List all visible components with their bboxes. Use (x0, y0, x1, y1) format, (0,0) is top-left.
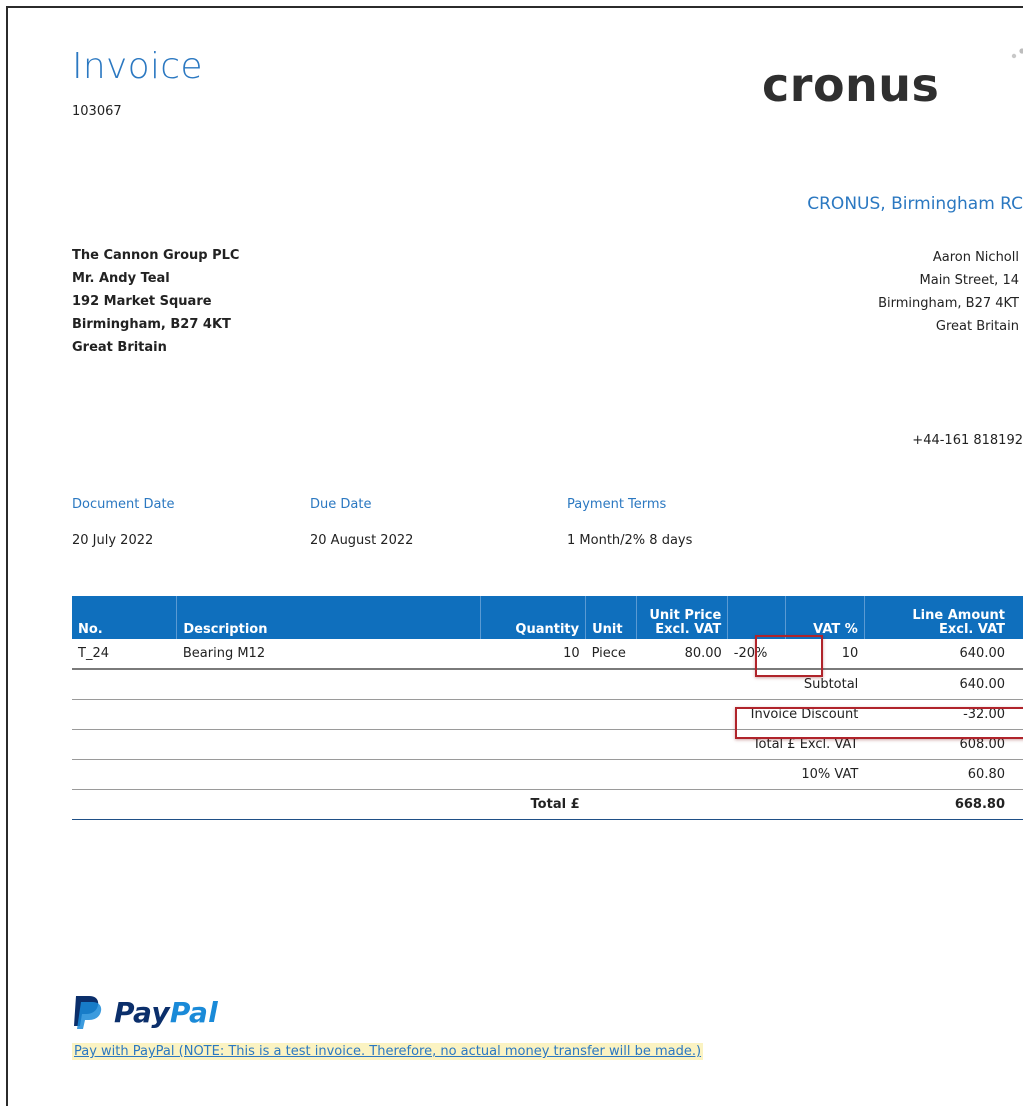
paypal-logo: PayPal (72, 994, 218, 1030)
company-country: Great Britain (935, 319, 1019, 334)
paypal-p-icon (74, 996, 102, 1029)
logo-text: cronus (762, 58, 940, 112)
table-header-row: No. Description Quantity Unit Unit Price… (72, 596, 1023, 639)
paypal-word-pay: Pay (114, 995, 170, 1029)
company-city: Birmingham, B27 4KT (878, 296, 1019, 311)
due-date: 20 August 2022 (310, 533, 414, 548)
pay-with-paypal-link[interactable]: Pay with PayPal (NOTE: This is a test in… (72, 1043, 704, 1060)
line-unit-price: 80.00 (636, 639, 728, 670)
col-header-quantity: Quantity (480, 596, 587, 639)
vat-value: 60.80 (864, 759, 1023, 790)
company-logo: cronus (762, 48, 1023, 112)
line-amount: 640.00 (864, 639, 1023, 670)
company-street: Main Street, 14 (919, 273, 1019, 288)
line-description: Bearing M12 (176, 639, 481, 670)
document-title: Invoice (72, 46, 203, 87)
company-name: CRONUS, Birmingham RC (807, 194, 1023, 214)
vat-row: 10% VAT 60.80 (72, 759, 1023, 790)
document-date: 20 July 2022 (72, 533, 154, 548)
col-header-discount (727, 596, 787, 639)
company-contact: Aaron Nicholl (932, 250, 1019, 265)
col-header-line-amount-line2: Excl. VAT (939, 622, 1005, 637)
company-phone: +44-161 818192 (912, 433, 1023, 448)
subtotal-value: 640.00 (864, 669, 1023, 700)
grand-total-value: 668.80 (864, 789, 1023, 820)
paypal-wordmark: PayPal (114, 996, 218, 1029)
line-quantity: 10 (480, 639, 586, 670)
payment-terms: 1 Month/2% 8 days (567, 533, 693, 548)
line-unit: Piece (585, 639, 637, 670)
col-header-description: Description (176, 596, 481, 639)
customer-name: The Cannon Group PLC (72, 248, 240, 263)
col-header-vat: VAT % (785, 596, 865, 639)
payment-terms-label: Payment Terms (567, 497, 667, 512)
col-header-unit: Unit (585, 596, 638, 639)
subtotal-row: Subtotal 640.00 (72, 669, 1023, 700)
col-header-unit-price-line1: Unit Price (649, 608, 722, 623)
document-date-label: Document Date (72, 497, 175, 512)
due-date-label: Due Date (310, 497, 372, 512)
col-header-unit-price-line2: Excl. VAT (655, 622, 722, 637)
customer-street: 192 Market Square (72, 294, 212, 309)
invoice-discount-highlight-box (735, 707, 1023, 739)
line-no: T_24 (72, 639, 177, 670)
customer-contact: Mr. Andy Teal (72, 271, 170, 286)
vat-label: 10% VAT (785, 759, 865, 790)
col-header-line-amount: Line Amount Excl. VAT (864, 596, 1023, 639)
discount-highlight-box (755, 635, 823, 677)
col-header-line-amount-line1: Line Amount (912, 608, 1005, 623)
grand-total-label: Total £ (72, 789, 586, 820)
table-row: T_24 Bearing M12 10 Piece 80.00 -20% 10 … (72, 639, 1023, 670)
customer-country: Great Britain (72, 340, 167, 355)
customer-city: Birmingham, B27 4KT (72, 317, 231, 332)
page-border (6, 6, 1023, 1106)
col-header-no: No. (72, 596, 178, 639)
grand-total-row: Total £ 668.80 (72, 789, 1023, 820)
invoice-number: 103067 (72, 104, 122, 119)
col-header-unit-price: Unit Price Excl. VAT (636, 596, 729, 639)
cronus-dots-icon (1011, 48, 1023, 59)
paypal-word-pal: Pal (169, 995, 219, 1029)
customer-address: The Cannon Group PLC Mr. Andy Teal 192 M… (72, 244, 239, 359)
company-address: Aaron Nicholl Main Street, 14 Birmingham… (878, 246, 1019, 338)
